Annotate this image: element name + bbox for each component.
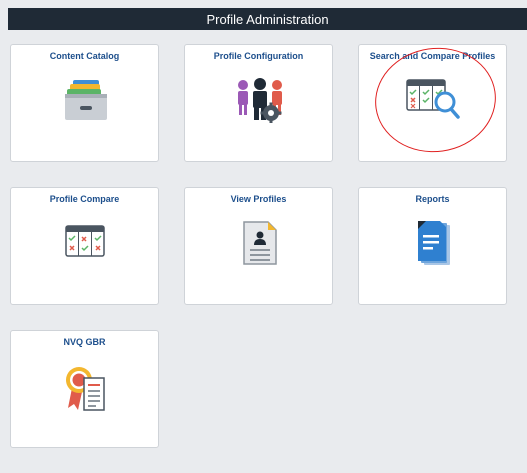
award-certificate-icon [64,364,110,412]
tile-search-compare-profiles[interactable]: Search and Compare Profiles [358,44,507,162]
tile-title: Profile Compare [49,194,120,204]
tile-title: Content Catalog [49,51,120,61]
file-drawer-icon [63,78,109,122]
tile-content-catalog[interactable]: Content Catalog [10,44,159,162]
tile-title: NVQ GBR [63,337,106,347]
tile-title: View Profiles [230,194,287,204]
compare-table-icon [65,225,105,257]
page-header: Profile Administration [8,8,527,30]
people-gear-icon [235,77,285,123]
page-title: Profile Administration [206,11,329,27]
tile-nvq-gbr[interactable]: NVQ GBR [10,330,159,448]
tile-profile-compare[interactable]: Profile Compare [10,187,159,305]
tile-title: Reports [415,194,450,204]
tile-profile-configuration[interactable]: Profile Configuration [184,44,333,162]
tile-title: Search and Compare Profiles [369,51,496,61]
profile-document-icon [242,220,278,266]
tile-reports[interactable]: Reports [358,187,507,305]
report-documents-icon [416,219,452,267]
tile-title: Profile Configuration [213,51,304,61]
compare-table-search-icon [405,78,461,120]
tile-view-profiles[interactable]: View Profiles [184,187,333,305]
